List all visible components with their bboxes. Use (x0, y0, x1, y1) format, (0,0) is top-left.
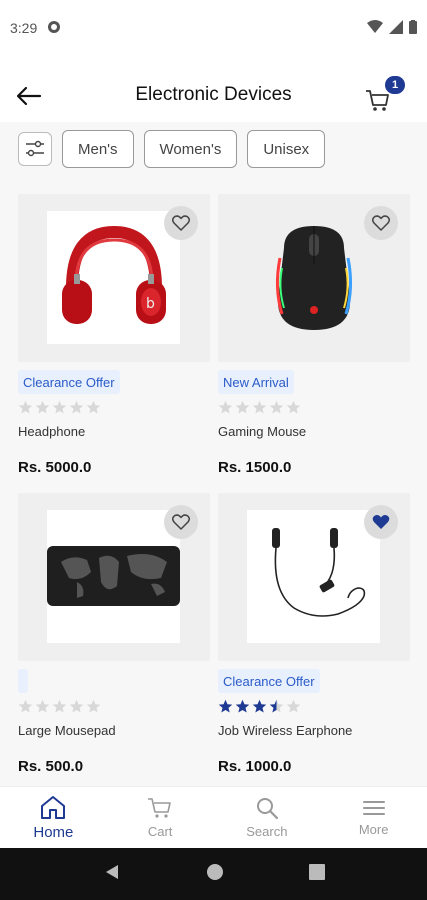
product-image-frame (218, 493, 410, 661)
star-icon (18, 400, 33, 414)
product-price: Rs. 1000.0 (218, 758, 292, 775)
nav-search[interactable]: Search (214, 787, 321, 848)
product-card-headphone[interactable]: b Clearance Offer Headphone Rs. 5000.0 (18, 194, 210, 476)
heart-filled-icon (372, 515, 390, 529)
cart-button[interactable]: 1 (363, 76, 405, 114)
battery-icon (409, 19, 417, 37)
product-price: Rs. 500.0 (18, 758, 84, 775)
product-image-frame (218, 194, 410, 362)
product-tag: Clearance Offer (18, 370, 120, 394)
star-rating (218, 400, 301, 415)
menu-icon (362, 801, 385, 815)
system-nav-bar (0, 848, 427, 900)
chip-womens[interactable]: Women's (143, 130, 238, 168)
notification-icon (47, 20, 61, 37)
product-tag (18, 669, 28, 693)
star-icon (86, 400, 101, 414)
star-icon (69, 699, 84, 713)
status-bar: 3:29 (0, 0, 427, 56)
star-icon (218, 400, 233, 414)
home-circle-icon[interactable] (206, 863, 224, 886)
chip-unisex[interactable]: Unisex (247, 130, 326, 168)
sliders-icon (26, 140, 44, 157)
star-icon (235, 699, 250, 713)
heart-outline-icon (172, 514, 190, 530)
gaming-mouse-image (247, 211, 380, 344)
recents-square-icon[interactable] (308, 863, 325, 885)
home-icon (41, 796, 66, 819)
star-icon (286, 400, 301, 414)
star-icon (35, 400, 50, 414)
nav-home-label: Home (33, 824, 74, 841)
star-icon (52, 699, 67, 713)
star-icon (235, 400, 250, 414)
heart-outline-icon (372, 215, 390, 231)
product-tag: New Arrival (218, 370, 294, 394)
search-icon (256, 798, 278, 820)
product-card-large-mousepad[interactable]: Large Mousepad Rs. 500.0 (18, 493, 210, 775)
heart-outline-icon (172, 215, 190, 231)
star-icon (252, 699, 267, 713)
mousepad-image (47, 510, 180, 643)
app-bar: Electronic Devices 1 (0, 70, 427, 122)
favorite-button[interactable] (364, 206, 398, 240)
product-tag: Clearance Offer (218, 669, 320, 693)
favorite-button[interactable] (164, 505, 198, 539)
star-icon (269, 400, 284, 414)
back-triangle-icon[interactable] (103, 863, 121, 886)
product-image-frame (18, 493, 210, 661)
product-name: Large Mousepad (18, 723, 116, 738)
product-price: Rs. 1500.0 (218, 459, 292, 476)
nav-home[interactable]: Home (0, 787, 107, 848)
nav-more[interactable]: More (320, 787, 427, 848)
star-icon (252, 400, 267, 414)
favorite-button[interactable] (364, 505, 398, 539)
star-icon (52, 400, 67, 414)
star-icon (269, 699, 284, 713)
product-name: Gaming Mouse (218, 424, 307, 439)
cart-count-badge: 1 (385, 76, 405, 94)
product-list[interactable]: Men's Women's Unisex b Clearance Offer H… (0, 122, 427, 786)
nav-cart-label: Cart (147, 824, 173, 839)
product-card-gaming-mouse[interactable]: New Arrival Gaming Mouse Rs. 1500.0 (218, 194, 410, 476)
cart-icon (148, 798, 171, 818)
product-price: Rs. 5000.0 (18, 459, 92, 476)
filter-row: Men's Women's Unisex (18, 130, 326, 168)
wifi-icon (367, 19, 383, 37)
svg-text:b: b (146, 296, 155, 312)
nav-cart[interactable]: Cart (107, 787, 214, 848)
product-image-frame: b (18, 194, 210, 362)
bottom-nav: Home Cart Search More (0, 786, 427, 848)
star-icon (286, 699, 301, 713)
nav-more-label: More (358, 822, 389, 837)
earphone-image (247, 510, 380, 643)
star-icon (86, 699, 101, 713)
signal-icon (389, 19, 403, 37)
filter-button[interactable] (18, 132, 52, 166)
star-icon (69, 400, 84, 414)
star-rating (18, 699, 101, 714)
star-rating (18, 400, 101, 415)
product-name: Job Wireless Earphone (218, 723, 353, 738)
star-rating (218, 699, 301, 714)
favorite-button[interactable] (164, 206, 198, 240)
star-icon (218, 699, 233, 713)
chip-mens[interactable]: Men's (62, 130, 134, 168)
nav-search-label: Search (246, 824, 288, 839)
star-icon (35, 699, 50, 713)
headphone-image: b (47, 211, 180, 344)
cart-icon (366, 90, 389, 111)
product-name: Headphone (18, 424, 86, 439)
star-icon (18, 699, 33, 713)
status-time: 3:29 (10, 20, 38, 36)
product-card-wireless-earphone[interactable]: Clearance Offer Job Wireless Earphone Rs… (218, 493, 410, 775)
